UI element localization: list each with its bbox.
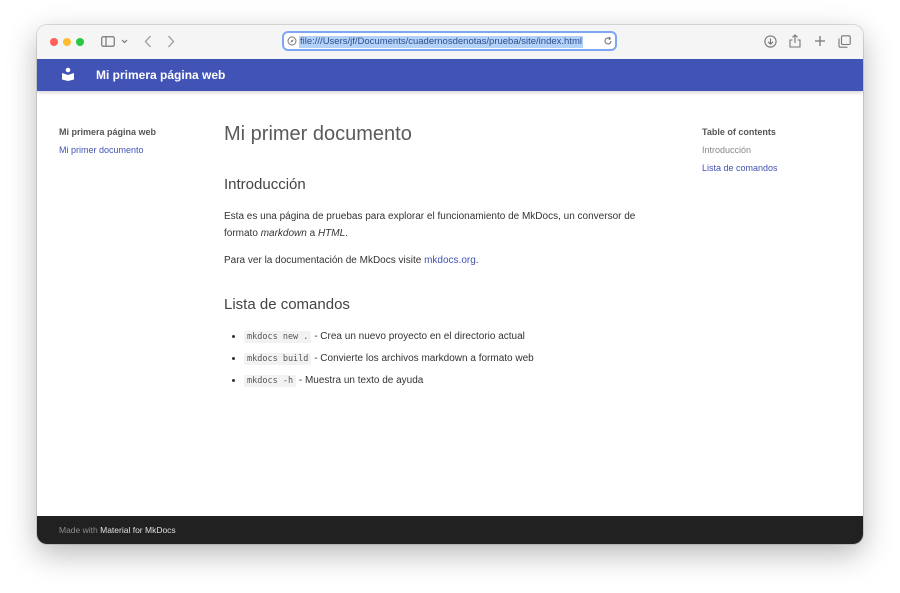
url-text[interactable]: file:///Users/jf/Documents/cuadernosdeno… — [299, 36, 583, 48]
chevron-down-icon[interactable] — [121, 39, 128, 44]
footer-text: Made with Material for MkDocs — [59, 525, 176, 535]
intro-paragraph: Esta es una página de pruebas para explo… — [224, 208, 664, 242]
command-description: - Crea un nuevo proyecto en el directori… — [311, 331, 525, 342]
minimize-window-button[interactable] — [63, 38, 71, 46]
docs-text: Para ver la documentación de MkDocs visi… — [224, 255, 425, 266]
command-code: mkdocs build — [244, 353, 312, 365]
docs-paragraph: Para ver la documentación de MkDocs visi… — [224, 252, 664, 269]
browser-toolbar: file:///Users/jf/Documents/cuadernosdeno… — [37, 25, 863, 60]
back-arrow-icon[interactable] — [144, 35, 152, 48]
heading-lista-de-comandos: Lista de comandos — [224, 296, 350, 313]
command-code: mkdocs -h — [244, 375, 297, 387]
list-item: mkdocs -h - Muestra un texto de ayuda — [244, 372, 534, 394]
browser-window: file:///Users/jf/Documents/cuadernosdeno… — [37, 25, 863, 544]
list-item: mkdocs build - Convierte los archivos ma… — [244, 350, 534, 372]
site-title[interactable]: Mi primera página web — [96, 68, 225, 82]
maximize-window-button[interactable] — [76, 38, 84, 46]
intro-text-2: a — [306, 228, 318, 239]
command-description: - Muestra un texto de ayuda — [296, 375, 424, 386]
command-description: - Convierte los archivos markdown a form… — [311, 353, 534, 364]
compass-icon — [287, 36, 297, 46]
list-item: mkdocs new . - Crea un nuevo proyecto en… — [244, 328, 534, 350]
footer-prefix: Made with — [59, 525, 101, 535]
site-header: Mi primera página web — [37, 59, 863, 91]
commands-list: mkdocs new . - Crea un nuevo proyecto en… — [224, 328, 534, 394]
mkdocs-link[interactable]: mkdocs.org — [424, 255, 476, 266]
reload-icon[interactable] — [603, 36, 613, 46]
toc-item-lista-de-comandos[interactable]: Lista de comandos — [702, 163, 778, 173]
intro-em-html: HTML — [317, 228, 346, 239]
toc-item-introduccion[interactable]: Introducción — [702, 145, 751, 155]
docs-text-end: . — [475, 255, 479, 266]
new-tab-icon[interactable] — [814, 35, 826, 47]
command-code: mkdocs new . — [244, 331, 312, 343]
intro-em-markdown: markdown — [260, 228, 307, 239]
sidebar-toggle-icon[interactable] — [101, 36, 115, 47]
address-bar[interactable]: file:///Users/jf/Documents/cuadernosdeno… — [282, 31, 617, 51]
share-icon[interactable] — [789, 34, 801, 48]
toc-title: Table of contents — [702, 127, 776, 137]
close-window-button[interactable] — [50, 38, 58, 46]
heading-introduccion: Introducción — [224, 176, 306, 193]
intro-text-3: . — [345, 228, 348, 239]
nav-item-mi-primer-documento[interactable]: Mi primer documento — [59, 145, 144, 155]
site-footer: Made with Material for MkDocs — [37, 516, 863, 544]
nav-title: Mi primera página web — [59, 127, 157, 137]
page-title: Mi primer documento — [224, 123, 412, 145]
download-icon[interactable] — [764, 35, 777, 48]
book-logo-icon[interactable] — [61, 67, 75, 86]
forward-arrow-icon[interactable] — [167, 35, 175, 48]
material-for-mkdocs-link[interactable]: Material for MkDocs — [100, 525, 176, 535]
tab-overview-icon[interactable] — [838, 35, 851, 48]
